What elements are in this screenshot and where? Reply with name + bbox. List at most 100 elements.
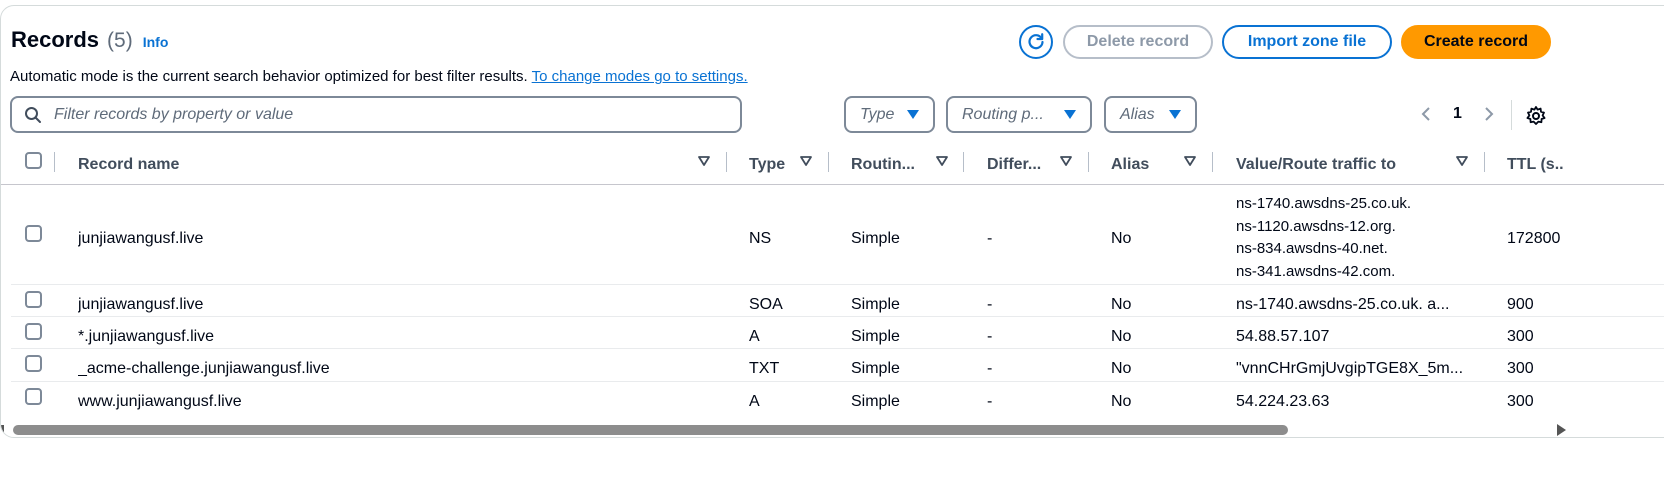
record-name-cell[interactable]: junjiawangusf.live (78, 296, 203, 314)
record-name-cell[interactable]: www.junjiawangusf.live (78, 393, 242, 411)
sort-icon[interactable] (800, 155, 812, 167)
search-icon (25, 106, 41, 123)
scrollbar-thumb[interactable] (13, 425, 1288, 435)
pager-divider (1511, 100, 1512, 130)
row-checkbox[interactable] (25, 323, 42, 340)
column-header-routing[interactable]: Routin... (851, 146, 915, 184)
horizontal-scrollbar[interactable] (1, 422, 1664, 437)
caret-down-icon (1064, 110, 1076, 119)
caret-down-icon (907, 110, 919, 119)
routing-policy-filter-select[interactable]: Routing p... (946, 96, 1092, 133)
delete-record-button[interactable]: Delete record (1063, 25, 1213, 59)
type-filter-select[interactable]: Type (844, 96, 935, 133)
record-name-cell[interactable]: *.junjiawangusf.live (78, 328, 214, 346)
column-divider[interactable] (1484, 152, 1485, 172)
sort-icon[interactable] (698, 155, 710, 167)
pagination: 1 (1419, 104, 1496, 124)
differentiator-cell: - (987, 328, 993, 345)
value-cell: 54.88.57.107 (1236, 328, 1330, 345)
ns-value-line: ns-1120.awsdns-12.org. (1236, 217, 1396, 235)
record-name-cell[interactable]: junjiawangusf.live (78, 230, 203, 248)
column-divider[interactable] (963, 152, 964, 172)
column-divider (54, 152, 55, 172)
routing-policy-cell: Simple (851, 296, 900, 313)
column-header-record-name[interactable]: Record name (78, 146, 179, 184)
ns-value-line: ns-1740.awsdns-25.co.uk. (1236, 195, 1412, 212)
chevron-right-icon (1485, 107, 1494, 121)
column-divider[interactable] (726, 152, 727, 172)
record-type-cell: A (749, 393, 760, 410)
column-header-type[interactable]: Type (749, 146, 785, 184)
alias-filter-select[interactable]: Alias (1104, 96, 1197, 133)
records-count: (5) (107, 29, 133, 52)
record-name-cell[interactable]: _acme-challenge.junjiawangusf.live (78, 360, 330, 378)
alias-cell: No (1111, 296, 1132, 313)
row-checkbox[interactable] (25, 291, 42, 308)
column-divider[interactable] (828, 152, 829, 172)
search-input[interactable] (52, 104, 696, 125)
page-title: Records (11, 27, 100, 52)
chevron-left-icon (1421, 107, 1430, 121)
next-page-button[interactable] (1482, 104, 1496, 124)
settings-link[interactable]: To change modes go to settings. (532, 68, 748, 85)
value-cell: ns-1740.awsdns-25.co.uk. a... (1236, 296, 1450, 313)
sort-icon[interactable] (1456, 155, 1468, 167)
row-divider (11, 316, 1664, 317)
routing-policy-cell: Simple (851, 393, 900, 410)
column-divider[interactable] (1212, 152, 1213, 172)
refresh-button[interactable] (1019, 25, 1053, 59)
differentiator-cell: - (987, 393, 993, 410)
value-cell: 54.224.23.63 (1236, 393, 1330, 410)
type-filter-label: Type (860, 105, 895, 123)
caret-down-icon (1169, 110, 1181, 119)
alias-cell: No (1111, 393, 1132, 410)
search-mode-description: Automatic mode is the current search beh… (10, 68, 748, 85)
title-row: Records (5) Info (11, 27, 168, 53)
ttl-cell: 300 (1507, 360, 1534, 377)
row-divider (11, 348, 1664, 349)
ttl-cell: 300 (1507, 393, 1534, 410)
record-type-cell: NS (749, 230, 772, 247)
alias-cell: No (1111, 230, 1132, 247)
column-divider[interactable] (1088, 152, 1089, 172)
refresh-icon (1028, 33, 1044, 50)
row-divider (11, 284, 1664, 285)
column-header-alias[interactable]: Alias (1111, 146, 1149, 184)
scroll-right-arrow[interactable] (1557, 424, 1566, 436)
alias-cell: No (1111, 360, 1132, 377)
ns-value-line: ns-341.awsdns-42.com. (1236, 262, 1396, 280)
row-checkbox[interactable] (25, 388, 42, 405)
row-divider (11, 381, 1664, 382)
value-cell: ns-1740.awsdns-25.co.uk. ns-1120.awsdns-… (1236, 193, 1411, 283)
ns-value-line: ns-834.awsdns-40.net. (1236, 240, 1388, 257)
current-page-number[interactable]: 1 (1453, 105, 1462, 123)
records-panel: Records (5) Info Automatic mode is the c… (0, 5, 1664, 438)
record-type-cell: TXT (749, 360, 780, 377)
create-record-button[interactable]: Create record (1401, 25, 1551, 59)
column-header-ttl[interactable]: TTL (s... (1507, 146, 1563, 184)
routing-policy-cell: Simple (851, 230, 900, 247)
sort-icon[interactable] (1060, 155, 1072, 167)
row-checkbox[interactable] (25, 225, 42, 242)
select-all-checkbox[interactable] (25, 152, 42, 169)
scroll-left-arrow[interactable] (1, 425, 4, 435)
differentiator-cell: - (987, 296, 993, 313)
ttl-cell: 172800 (1507, 230, 1561, 247)
column-header-differentiator[interactable]: Differ... (987, 146, 1041, 184)
import-zone-file-button[interactable]: Import zone file (1222, 25, 1392, 59)
routing-policy-cell: Simple (851, 360, 900, 377)
record-type-cell: A (749, 328, 760, 345)
routing-policy-cell: Simple (851, 328, 900, 345)
sort-icon[interactable] (936, 155, 948, 167)
sort-icon[interactable] (1184, 155, 1196, 167)
previous-page-button[interactable] (1419, 104, 1433, 124)
differentiator-cell: - (987, 360, 993, 377)
info-link[interactable]: Info (143, 34, 169, 50)
search-field[interactable] (10, 96, 742, 133)
settings-gear-icon[interactable] (1525, 105, 1547, 127)
differentiator-cell: - (987, 230, 993, 247)
column-header-value[interactable]: Value/Route traffic to (1236, 146, 1396, 184)
table-header (1, 146, 1664, 185)
row-checkbox[interactable] (25, 355, 42, 372)
record-type-cell: SOA (749, 296, 783, 313)
